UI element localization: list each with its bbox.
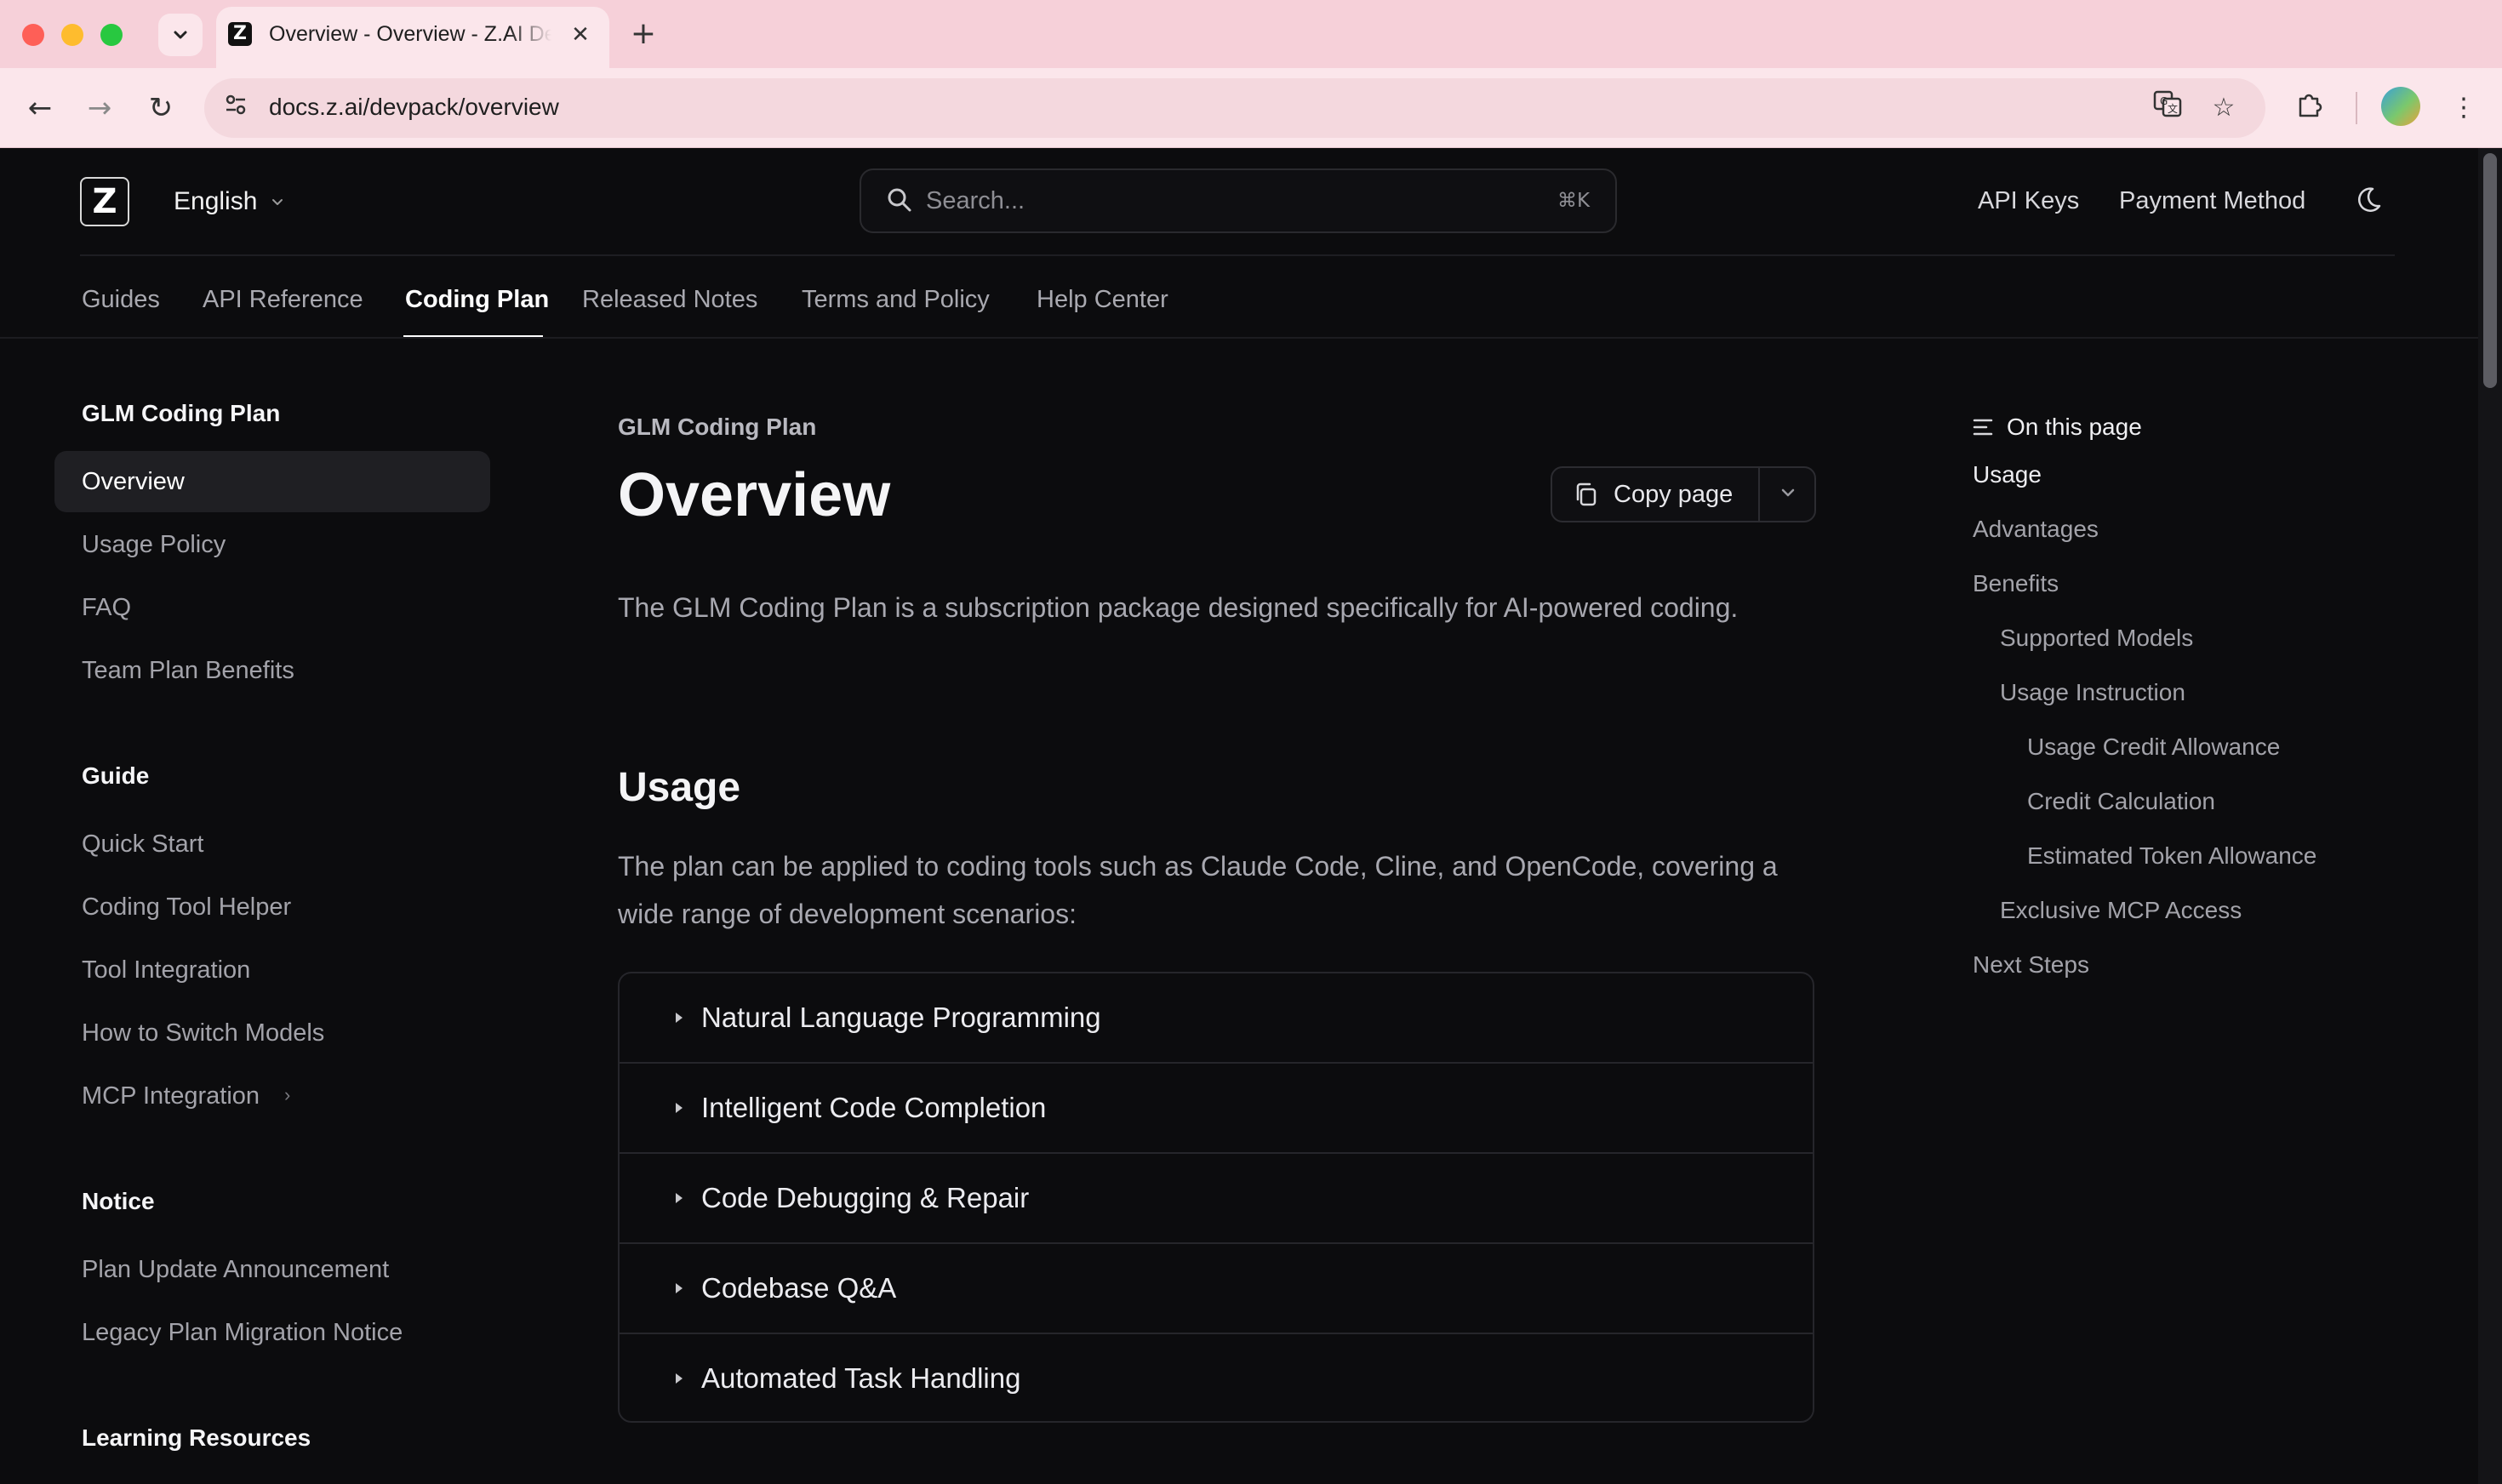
tab-api-reference[interactable]: API Reference	[203, 283, 363, 317]
chevron-down-icon	[272, 199, 283, 205]
copy-page-label: Copy page	[1614, 481, 1734, 508]
moon-icon[interactable]	[2351, 182, 2385, 216]
usage-heading: Usage	[618, 765, 741, 810]
toc-item-estimated-token-allowance[interactable]: Estimated Token Allowance	[2027, 839, 2316, 873]
sidebar-heading-glm-coding-plan: GLM Coding Plan	[82, 400, 281, 426]
toc-item-credit-calculation[interactable]: Credit Calculation	[2027, 785, 2215, 819]
sidebar-item-overview[interactable]: Overview	[82, 465, 185, 499]
sidebar-item-how-to-switch-models[interactable]: How to Switch Models	[82, 1016, 324, 1050]
copy-button-divider	[1758, 468, 1760, 521]
sidebar-heading-learning-resources: Learning Resources	[82, 1424, 311, 1451]
sidebar-item-mcp-integration[interactable]: MCP Integration	[82, 1079, 260, 1113]
forward-arrow-icon[interactable]: →	[78, 87, 121, 129]
svg-text:文: 文	[2168, 102, 2178, 115]
address-bar-url[interactable]: docs.z.ai/devpack/overview	[269, 90, 559, 124]
intro-paragraph: The GLM Coding Plan is a subscription pa…	[618, 592, 1739, 623]
profile-avatar[interactable]	[2381, 87, 2420, 126]
sidebar-item-coding-tool-helper[interactable]: Coding Tool Helper	[82, 890, 291, 924]
site-logo[interactable]: Z	[80, 177, 129, 226]
toc-item-usage-instruction[interactable]: Usage Instruction	[2000, 676, 2185, 710]
tab-favicon: Z	[228, 22, 252, 46]
sidebar-heading-guide: Guide	[82, 762, 150, 789]
search-placeholder: Search...	[926, 187, 1025, 214]
star-icon[interactable]: ☆	[2204, 88, 2243, 128]
sidebar-heading-notice: Notice	[82, 1188, 155, 1214]
caret-right-icon	[676, 1373, 683, 1384]
search-shortcut: ⌘K	[1557, 190, 1591, 212]
language-selector[interactable]: English	[174, 184, 286, 220]
window-minimize-button[interactable]	[61, 24, 83, 46]
tab-search-button[interactable]	[158, 14, 203, 56]
header-divider	[80, 254, 2395, 256]
copy-icon	[1576, 482, 1597, 506]
accordion-label: Codebase Q&A	[701, 1272, 897, 1304]
chevron-right-icon[interactable]: ›	[284, 1082, 290, 1108]
toc-item-supported-models[interactable]: Supported Models	[2000, 621, 2193, 655]
site-info-icon[interactable]	[220, 92, 252, 124]
caret-right-icon	[676, 1193, 683, 1203]
nav-divider	[0, 337, 2478, 339]
window-zoom-button[interactable]	[100, 24, 123, 46]
sidebar-item-usage-policy[interactable]: Usage Policy	[82, 528, 226, 562]
tab-coding-plan[interactable]: Coding Plan	[405, 283, 549, 317]
language-label: English	[174, 187, 258, 215]
back-arrow-icon[interactable]: ←	[19, 87, 61, 129]
page-scrollbar-thumb[interactable]	[2483, 153, 2497, 388]
toolbar-separator	[2356, 92, 2357, 124]
toc-title: On this page	[2007, 414, 2142, 440]
page-eyebrow: GLM Coding Plan	[618, 414, 817, 440]
plus-icon[interactable]: +	[626, 17, 660, 51]
translate-icon[interactable]: G文	[2148, 88, 2187, 128]
payment-method-link[interactable]: Payment Method	[2119, 184, 2305, 218]
toc-item-benefits[interactable]: Benefits	[1973, 567, 2059, 601]
tab-terms-and-policy[interactable]: Terms and Policy	[802, 283, 990, 317]
page-title: Overview	[618, 461, 891, 529]
extensions-icon[interactable]	[2291, 88, 2330, 128]
accordion-label: Automated Task Handling	[701, 1362, 1021, 1394]
sidebar-item-plan-update-announcement[interactable]: Plan Update Announcement	[82, 1253, 389, 1287]
more-menu-icon[interactable]: ⋮	[2444, 88, 2483, 128]
svg-text:G: G	[2160, 95, 2168, 107]
accordion-label: Intelligent Code Completion	[701, 1092, 1047, 1123]
tab-released-notes[interactable]: Released Notes	[582, 283, 757, 317]
chevron-down-icon[interactable]	[1775, 480, 1801, 505]
window-close-button[interactable]	[22, 24, 44, 46]
reload-icon[interactable]: ↻	[140, 87, 182, 129]
toc-item-usage-credit-allowance[interactable]: Usage Credit Allowance	[2027, 730, 2280, 764]
sidebar-item-faq[interactable]: FAQ	[82, 591, 131, 625]
accordion-label: Code Debugging & Repair	[701, 1182, 1030, 1213]
search-icon	[888, 188, 911, 212]
toc-item-advantages[interactable]: Advantages	[1973, 512, 2099, 546]
sidebar-item-tool-integration[interactable]: Tool Integration	[82, 953, 250, 987]
usage-paragraph: The plan can be applied to coding tools …	[618, 851, 1778, 929]
close-icon[interactable]: ✕	[565, 19, 596, 49]
caret-right-icon	[676, 1283, 683, 1293]
caret-right-icon	[676, 1103, 683, 1113]
list-icon	[1973, 419, 1993, 436]
tab-help-center[interactable]: Help Center	[1037, 283, 1168, 317]
toc-item-next-steps[interactable]: Next Steps	[1973, 948, 2089, 982]
accordion-label: Natural Language Programming	[701, 1002, 1101, 1033]
toc-item-exclusive-mcp-access[interactable]: Exclusive MCP Access	[2000, 893, 2242, 928]
tab-title: Overview - Overview - Z.AI Developer Doc…	[269, 22, 551, 46]
api-keys-link[interactable]: API Keys	[1978, 184, 2079, 218]
toc-item-usage[interactable]: Usage	[1973, 458, 2042, 492]
sidebar-item-team-plan-benefits[interactable]: Team Plan Benefits	[82, 654, 294, 688]
sidebar-item-legacy-plan-migration-notice[interactable]: Legacy Plan Migration Notice	[82, 1316, 403, 1350]
sidebar-item-quick-start[interactable]: Quick Start	[82, 827, 203, 861]
tab-guides[interactable]: Guides	[82, 283, 160, 317]
chevron-down-icon	[174, 31, 187, 39]
caret-right-icon	[676, 1013, 683, 1023]
